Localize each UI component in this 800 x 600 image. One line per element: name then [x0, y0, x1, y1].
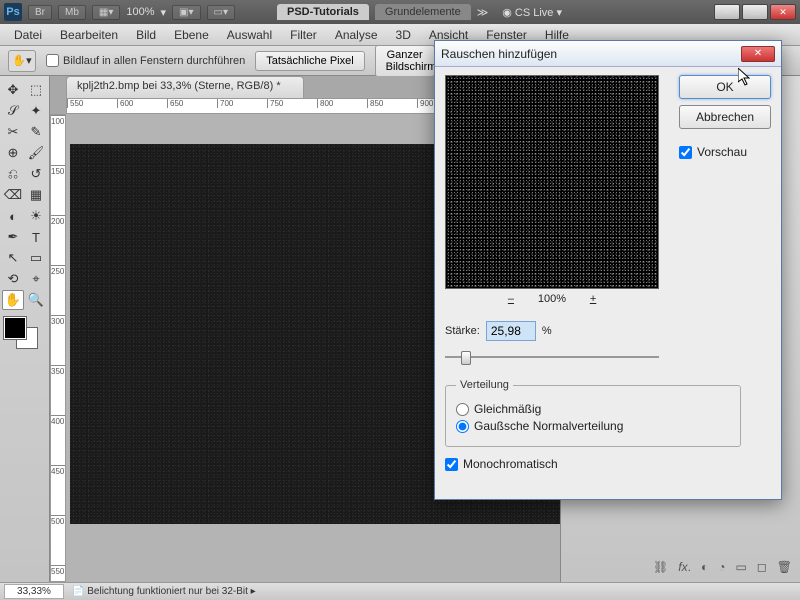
new-layer-icon[interactable]: ◻: [757, 560, 767, 574]
menu-bearbeiten[interactable]: Bearbeiten: [52, 26, 126, 44]
fx-icon[interactable]: fx.: [678, 560, 691, 574]
workspace-tab-2[interactable]: Grundelemente: [375, 4, 471, 20]
zoom-in-button[interactable]: +: [584, 293, 602, 305]
3d-tool[interactable]: ⟲: [2, 269, 24, 289]
workspace-more[interactable]: ≫: [477, 6, 489, 19]
noise-preview[interactable]: [445, 75, 659, 289]
blur-tool[interactable]: ◐: [2, 206, 24, 226]
menu-filter[interactable]: Filter: [282, 26, 325, 44]
document-tab[interactable]: kplj2th2.bmp bei 33,3% (Sterne, RGB/8) *: [66, 76, 304, 98]
stamp-tool[interactable]: ⎌: [2, 164, 24, 184]
strength-label: Stärke:: [445, 325, 480, 337]
window-maximize[interactable]: ▭: [742, 4, 768, 20]
eyedropper-tool[interactable]: ✎: [25, 122, 47, 142]
cancel-button[interactable]: Abbrechen: [679, 105, 771, 129]
type-tool[interactable]: T: [25, 227, 47, 247]
distribution-group: Verteilung Gleichmäßig Gaußsche Normalve…: [445, 379, 741, 447]
foreground-color[interactable]: [4, 317, 26, 339]
slider-thumb[interactable]: [461, 351, 471, 365]
shape-tool[interactable]: ▭: [25, 248, 47, 268]
dodge-tool[interactable]: ☀: [25, 206, 47, 226]
trash-icon[interactable]: 🗑: [777, 560, 792, 574]
fit-screen-button[interactable]: Ganzer Bildschirm: [375, 45, 435, 77]
gaussian-label: Gaußsche Normalverteilung: [474, 419, 623, 433]
scroll-all-label: Bildlauf in allen Fenstern durchführen: [63, 55, 245, 67]
menu-analyse[interactable]: Analyse: [327, 26, 386, 44]
dialog-title: Rauschen hinzufügen: [441, 47, 557, 61]
color-swatch[interactable]: [2, 317, 42, 353]
adjustment-icon[interactable]: ◔: [718, 560, 725, 574]
toolbox: ✥⬚ 𝒮✦ ✂✎ ⊕🖌 ⎌↺ ⌫▦ ◐☀ ✒T ↖▭ ⟲⌖ ✋🔍: [0, 76, 50, 582]
monochromatic-checkbox[interactable]: Monochromatisch: [445, 457, 771, 471]
menu-ebene[interactable]: Ebene: [166, 26, 217, 44]
lasso-tool[interactable]: 𝒮: [2, 101, 24, 121]
link-icon[interactable]: ⛓: [653, 560, 668, 574]
status-zoom[interactable]: 33,33%: [4, 584, 64, 599]
window-close[interactable]: ✕: [770, 4, 796, 20]
3d-camera-tool[interactable]: ⌖: [25, 269, 47, 289]
brush-tool[interactable]: 🖌: [25, 143, 47, 163]
add-noise-dialog: Rauschen hinzufügen ✕ – 100% + OK Abbrec…: [434, 40, 782, 500]
menu-bild[interactable]: Bild: [128, 26, 164, 44]
move-tool[interactable]: ✥: [2, 80, 24, 100]
minibridge-button[interactable]: Mb: [58, 5, 86, 20]
eraser-tool[interactable]: ⌫: [2, 185, 24, 205]
hand-tool[interactable]: ✋: [2, 290, 24, 310]
app-titlebar: Ps Br Mb ▦▾ 100%▾ ▣▾ ▭▾ PSD-Tutorials Gr…: [0, 0, 800, 24]
folder-icon[interactable]: ▭: [735, 560, 746, 574]
menu-auswahl[interactable]: Auswahl: [219, 26, 280, 44]
status-message: 📄 Belichtung funktioniert nur bei 32-Bit…: [72, 586, 256, 597]
history-brush-tool[interactable]: ↺: [25, 164, 47, 184]
distribution-legend: Verteilung: [456, 379, 513, 391]
actual-pixels-button[interactable]: Tatsächliche Pixel: [255, 51, 364, 71]
strength-slider[interactable]: [445, 349, 659, 365]
gaussian-radio[interactable]: Gaußsche Normalverteilung: [456, 419, 730, 433]
view-mode-button[interactable]: ▦▾: [92, 5, 120, 20]
titlebar-zoom[interactable]: 100%: [126, 6, 154, 18]
path-tool[interactable]: ↖: [2, 248, 24, 268]
uniform-radio[interactable]: Gleichmäßig: [456, 402, 730, 416]
pen-tool[interactable]: ✒: [2, 227, 24, 247]
ps-logo: Ps: [4, 3, 22, 21]
menu-3d[interactable]: 3D: [388, 26, 419, 44]
dialog-close-button[interactable]: ✕: [741, 46, 775, 62]
preview-checkbox[interactable]: Vorschau: [679, 145, 771, 159]
strength-input[interactable]: [486, 321, 536, 341]
hand-tool-icon[interactable]: ✋▾: [8, 50, 36, 72]
monochromatic-label: Monochromatisch: [463, 457, 558, 471]
workspace-tab-1[interactable]: PSD-Tutorials: [277, 4, 369, 20]
status-bar: 33,33% 📄 Belichtung funktioniert nur bei…: [0, 582, 800, 600]
screen-mode-button[interactable]: ▭▾: [207, 5, 235, 20]
window-minimize[interactable]: —: [714, 4, 740, 20]
preview-zoom-label: 100%: [538, 293, 566, 305]
scroll-all-checkbox[interactable]: Bildlauf in allen Fenstern durchführen: [46, 54, 245, 67]
zoom-tool[interactable]: 🔍: [25, 290, 47, 310]
crop-tool[interactable]: ✂: [2, 122, 24, 142]
marquee-tool[interactable]: ⬚: [25, 80, 47, 100]
preview-checkbox-label: Vorschau: [697, 145, 747, 159]
gradient-tool[interactable]: ▦: [25, 185, 47, 205]
ok-button[interactable]: OK: [679, 75, 771, 99]
heal-tool[interactable]: ⊕: [2, 143, 24, 163]
bridge-button[interactable]: Br: [28, 5, 52, 20]
ruler-vertical: 100150200250300350400450500550: [50, 114, 66, 582]
strength-unit: %: [542, 325, 552, 337]
menu-datei[interactable]: Datei: [6, 26, 50, 44]
cslive-button[interactable]: CS Live: [515, 7, 554, 19]
zoom-out-button[interactable]: –: [502, 293, 520, 305]
mask-icon[interactable]: ◐: [701, 560, 708, 574]
uniform-label: Gleichmäßig: [474, 402, 541, 416]
dialog-titlebar[interactable]: Rauschen hinzufügen ✕: [435, 41, 781, 67]
arrange-button[interactable]: ▣▾: [172, 5, 200, 20]
wand-tool[interactable]: ✦: [25, 101, 47, 121]
